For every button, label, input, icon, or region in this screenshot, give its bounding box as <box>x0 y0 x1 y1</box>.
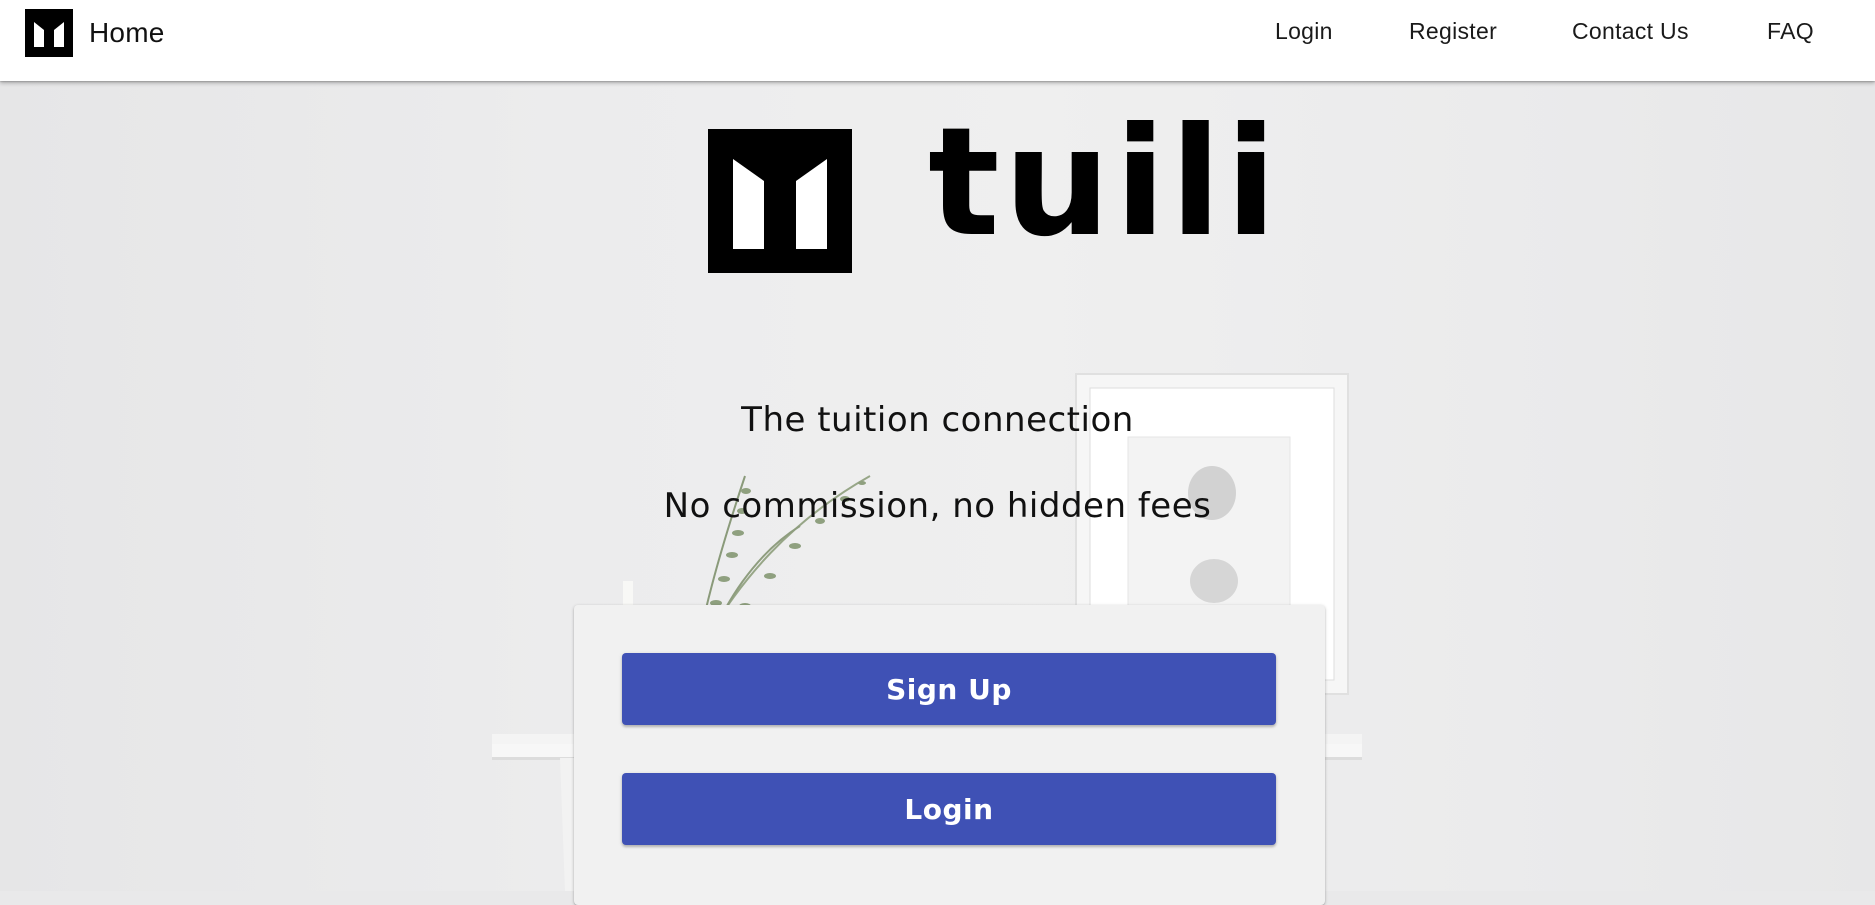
app-bar: Home Login Register Contact Us FAQ <box>0 0 1875 81</box>
nav-contact-us-link[interactable]: Contact Us <box>1572 18 1689 45</box>
tuili-logo-icon <box>708 129 852 273</box>
subtagline: No commission, no hidden fees <box>663 486 1212 526</box>
login-button[interactable]: Login <box>622 773 1276 845</box>
sign-up-button[interactable]: Sign Up <box>622 653 1276 725</box>
home-link[interactable]: Home <box>25 9 165 57</box>
brand-wordmark: tuili <box>928 96 1281 270</box>
nav-login-link[interactable]: Login <box>1275 18 1333 45</box>
nav-faq-link[interactable]: FAQ <box>1767 18 1814 45</box>
nav-register-link[interactable]: Register <box>1409 18 1497 45</box>
tagline: The tuition connection <box>741 400 1134 440</box>
tuili-logo-icon <box>25 9 73 57</box>
home-label: Home <box>89 17 165 48</box>
auth-card: Sign Up Login <box>574 605 1325 905</box>
